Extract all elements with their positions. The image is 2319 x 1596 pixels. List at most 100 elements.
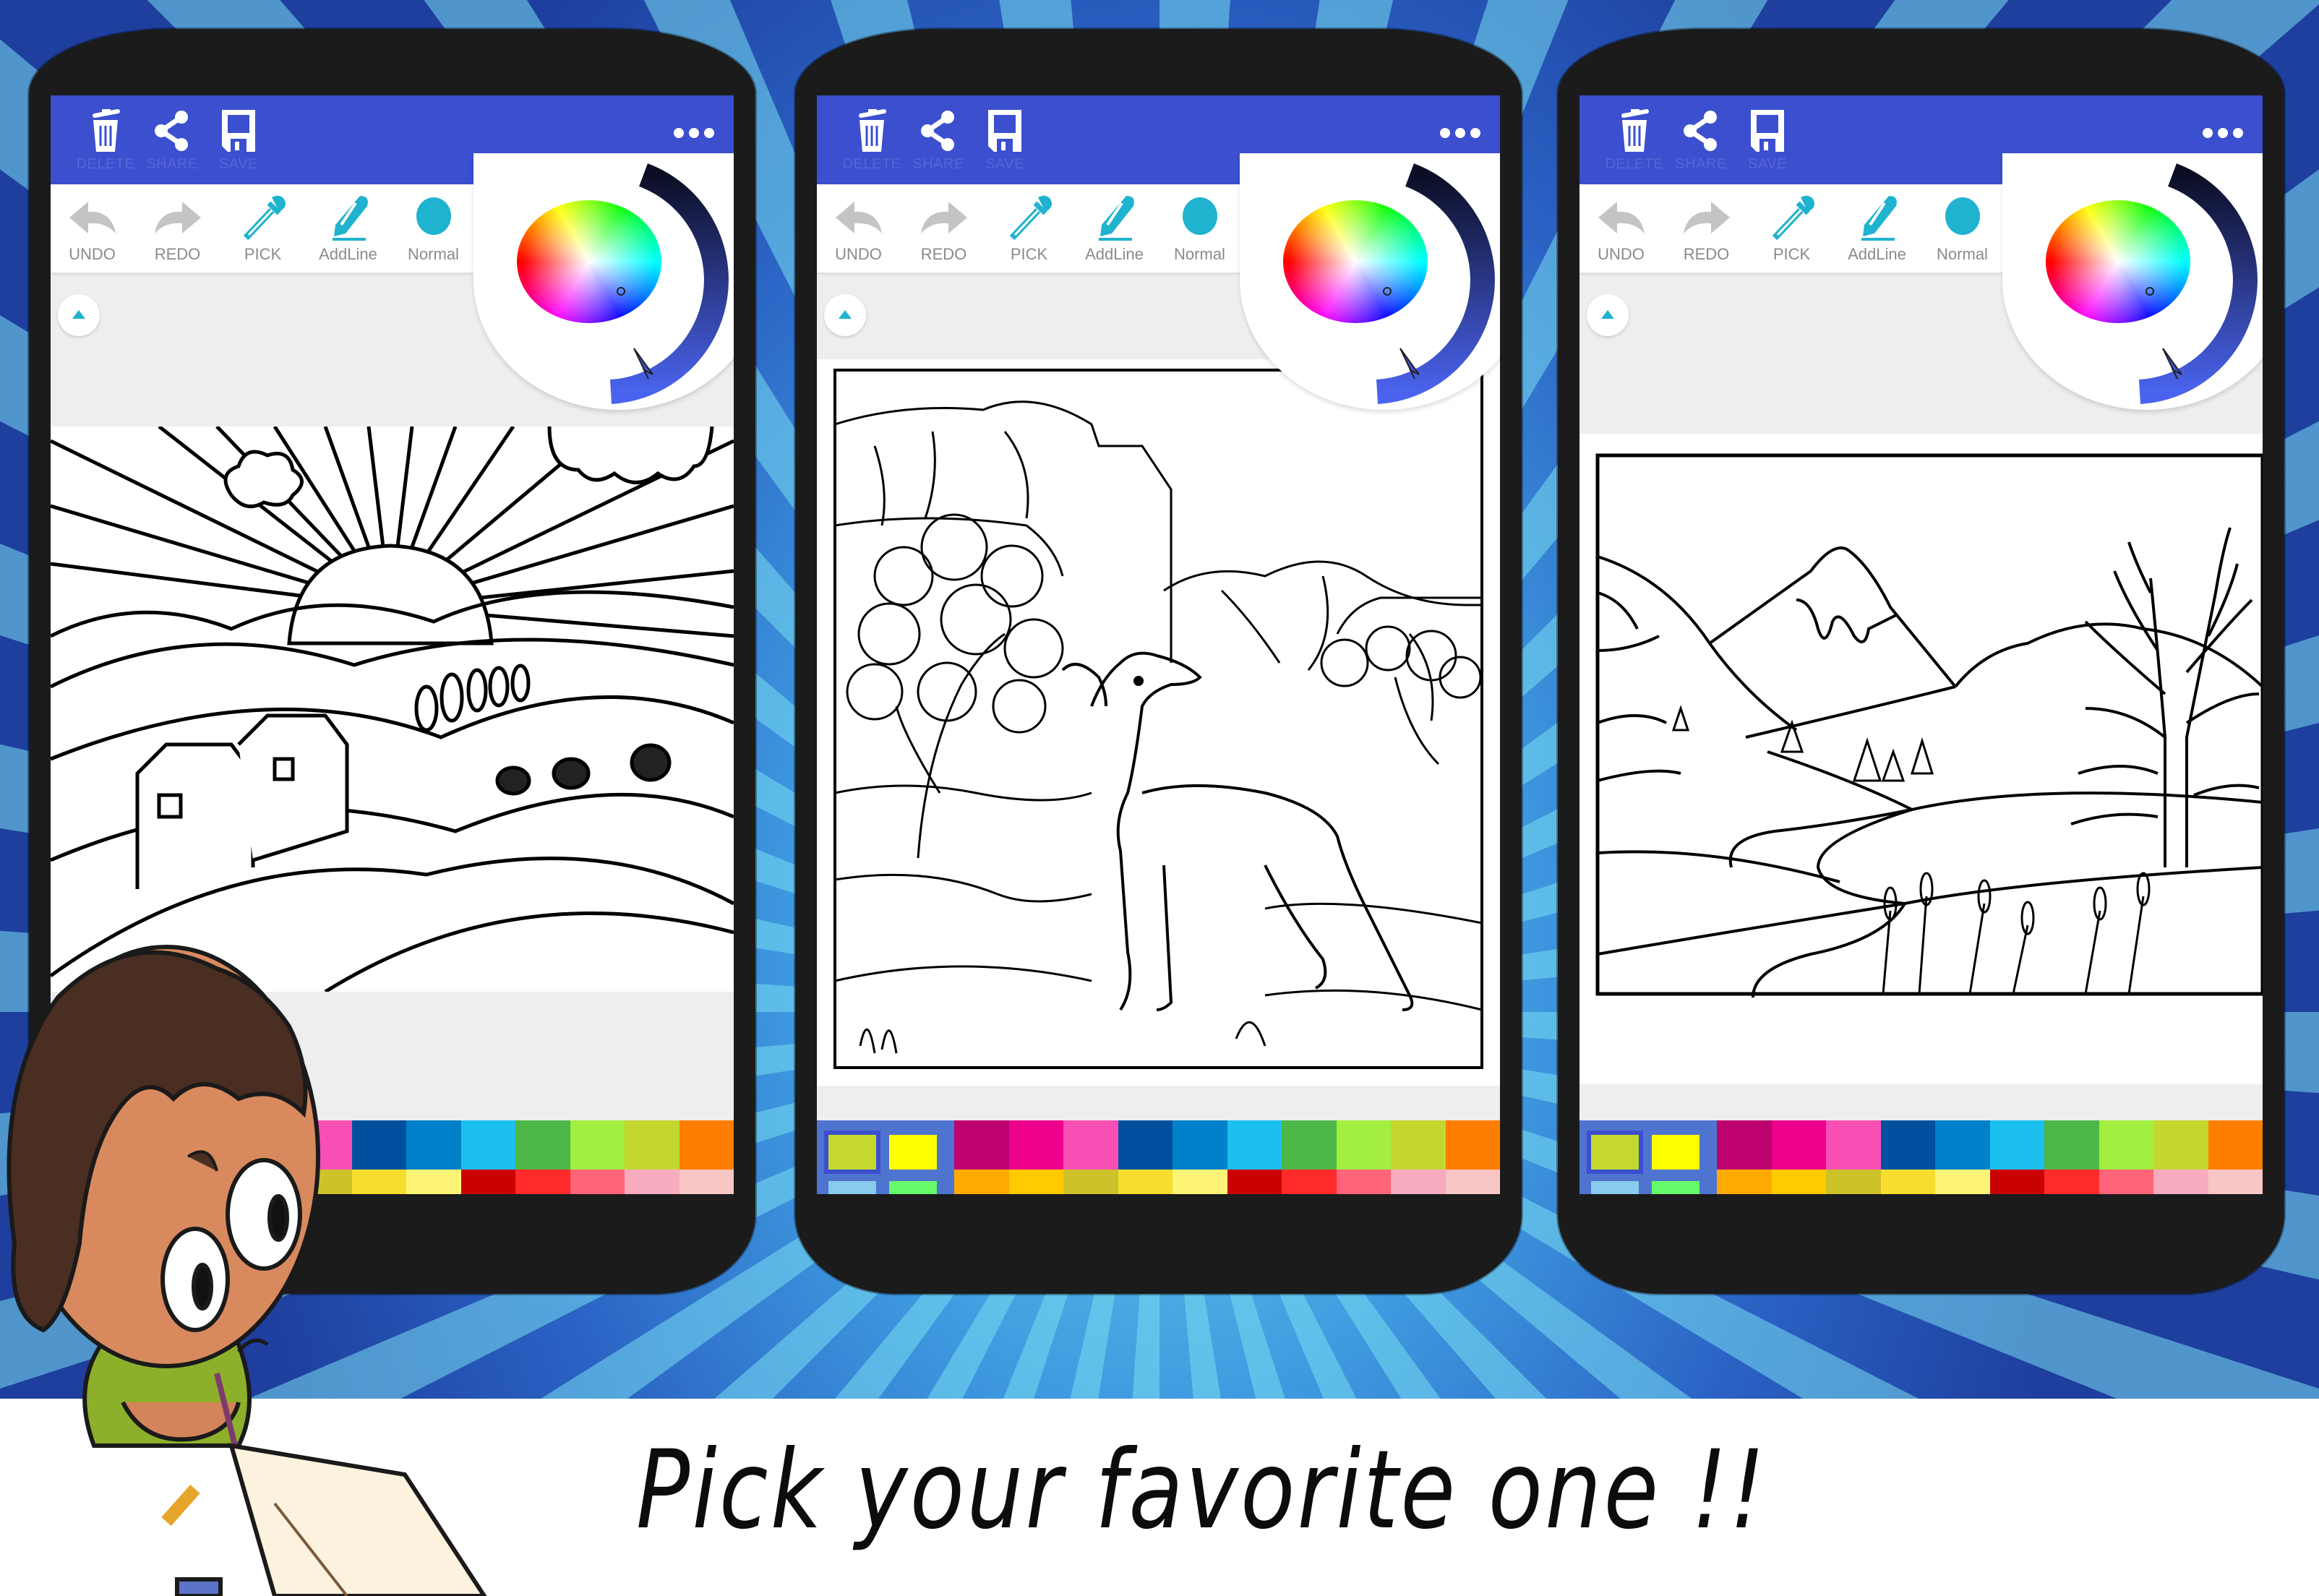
color-swatch[interactable] [1282, 1120, 1337, 1170]
tool-addline[interactable]: AddLine [307, 184, 390, 273]
color-swatch[interactable] [2099, 1169, 2153, 1194]
tool-normal[interactable]: Normal [392, 184, 475, 273]
expand-toolbar-button[interactable] [58, 294, 100, 336]
color-swatch[interactable] [625, 1169, 680, 1194]
brush-dot-icon [1934, 193, 1992, 244]
color-palette [1579, 1120, 2263, 1194]
coloring-canvas[interactable] [1579, 434, 2263, 1084]
color-swatch[interactable] [1391, 1120, 1446, 1170]
recent-color-swatch[interactable] [889, 1181, 937, 1194]
pine-trees [1671, 705, 1934, 782]
save-button[interactable]: SAVE [961, 95, 1048, 184]
expand-toolbar-button[interactable] [824, 294, 866, 336]
color-swatch[interactable] [1391, 1169, 1446, 1194]
recent-color-swatch[interactable] [1652, 1181, 1699, 1194]
color-swatch[interactable] [954, 1169, 1009, 1194]
recent-color-swatch[interactable] [824, 1130, 880, 1174]
tool-normal[interactable]: Normal [1921, 184, 2004, 273]
tool-normal[interactable]: Normal [1158, 184, 1241, 273]
coloring-canvas[interactable] [817, 359, 1500, 1086]
color-swatch[interactable] [1173, 1169, 1227, 1194]
color-swatch[interactable] [570, 1169, 625, 1194]
color-swatch[interactable] [2044, 1120, 2099, 1170]
hue-wheel[interactable] [517, 200, 661, 323]
color-swatch[interactable] [2153, 1169, 2208, 1194]
save-button[interactable]: SAVE [1724, 95, 1811, 184]
color-swatch[interactable] [1717, 1169, 1772, 1194]
pencil [161, 1485, 200, 1526]
color-swatch[interactable] [679, 1120, 734, 1170]
color-swatch[interactable] [1445, 1169, 1500, 1194]
tool-redo[interactable]: REDO [1665, 184, 1748, 273]
color-swatch[interactable] [2099, 1120, 2153, 1170]
color-swatch[interactable] [1445, 1120, 1500, 1170]
hue-wheel[interactable] [1283, 200, 1428, 323]
color-swatch[interactable] [2208, 1169, 2263, 1194]
tool-undo[interactable]: UNDO [1579, 184, 1663, 273]
hue-selector[interactable] [1383, 287, 1392, 296]
color-swatch[interactable] [1826, 1169, 1881, 1194]
color-swatch[interactable] [1118, 1120, 1173, 1170]
color-swatch[interactable] [1880, 1120, 1935, 1170]
color-swatch[interactable] [1880, 1169, 1935, 1194]
hue-selector[interactable] [617, 287, 625, 296]
share-icon [913, 106, 964, 156]
hue-selector[interactable] [2146, 287, 2154, 296]
recent-color-swatch[interactable] [1652, 1135, 1699, 1170]
color-swatch[interactable] [1336, 1120, 1391, 1170]
color-swatch[interactable] [1717, 1120, 1772, 1170]
color-swatch[interactable] [954, 1120, 1009, 1170]
color-swatch[interactable] [570, 1120, 625, 1170]
color-swatch[interactable] [2208, 1120, 2263, 1170]
color-swatch[interactable] [1118, 1169, 1173, 1194]
color-swatch[interactable] [1063, 1120, 1118, 1170]
tree-right [1320, 625, 1482, 765]
color-swatch[interactable] [1063, 1169, 1118, 1194]
canyon-cliff [834, 400, 1173, 663]
tool-label: Normal [1174, 245, 1225, 263]
color-swatch[interactable] [1989, 1120, 2044, 1170]
color-swatch[interactable] [1935, 1120, 1990, 1170]
color-swatch[interactable] [625, 1120, 680, 1170]
color-swatch[interactable] [515, 1169, 570, 1194]
color-swatch[interactable] [515, 1120, 570, 1170]
tool-addline[interactable]: AddLine [1835, 184, 1919, 273]
recent-color-swatch[interactable] [1587, 1130, 1643, 1174]
pencil-line-icon [1848, 193, 1906, 244]
color-swatch[interactable] [1989, 1169, 2044, 1194]
coloring-canvas[interactable] [51, 426, 734, 992]
small-cloud [223, 450, 304, 509]
tool-redo[interactable]: REDO [902, 184, 985, 273]
tool-pick[interactable]: PICK [1750, 184, 1833, 273]
tool-addline[interactable]: AddLine [1073, 184, 1156, 273]
color-swatch[interactable] [2044, 1169, 2099, 1194]
recent-color-swatch[interactable] [828, 1181, 876, 1194]
snow-mountain [1708, 546, 1957, 688]
color-swatch[interactable] [1008, 1169, 1063, 1194]
color-swatch[interactable] [1227, 1120, 1282, 1170]
recent-color-swatch[interactable] [1591, 1181, 1639, 1194]
tool-undo[interactable]: UNDO [817, 184, 900, 273]
tool-pick[interactable]: PICK [221, 184, 304, 273]
color-swatch[interactable] [1282, 1169, 1337, 1194]
color-swatch[interactable] [2153, 1120, 2208, 1170]
hue-wheel[interactable] [2046, 200, 2190, 323]
recent-color-swatch[interactable] [889, 1135, 937, 1170]
color-swatch[interactable] [679, 1169, 734, 1194]
color-swatch[interactable] [1771, 1120, 1826, 1170]
color-swatch[interactable] [1771, 1169, 1826, 1194]
tool-undo[interactable]: UNDO [51, 184, 134, 273]
expand-toolbar-button[interactable] [1587, 294, 1629, 336]
color-swatch[interactable] [1173, 1120, 1227, 1170]
tool-pick[interactable]: PICK [987, 184, 1071, 273]
color-swatch[interactable] [1336, 1169, 1391, 1194]
color-swatch[interactable] [1008, 1120, 1063, 1170]
color-swatch[interactable] [1935, 1169, 1990, 1194]
save-button[interactable]: SAVE [195, 95, 282, 184]
tool-redo[interactable]: REDO [136, 184, 219, 273]
tool-label: AddLine [1848, 245, 1906, 263]
farm-sunrise-artwork [51, 426, 734, 992]
cow [495, 765, 531, 796]
color-swatch[interactable] [1227, 1169, 1282, 1194]
color-swatch[interactable] [1826, 1120, 1881, 1170]
